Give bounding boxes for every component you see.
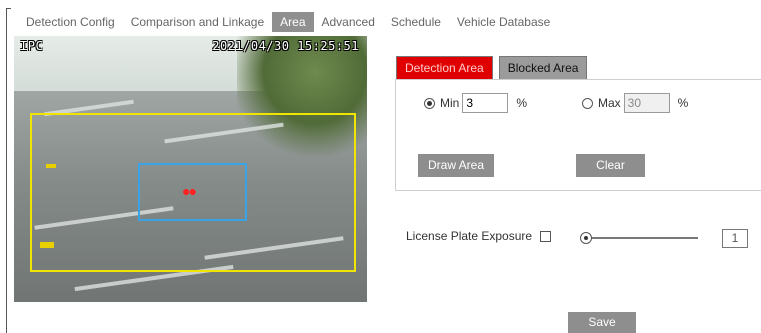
road-marking <box>46 164 56 168</box>
video-timestamp: 2021/04/30 15:25:51 <box>212 39 359 53</box>
min-input[interactable] <box>462 93 509 113</box>
area-settings-panel: Min % Max % Draw Area Clear <box>395 79 761 191</box>
min-unit: % <box>516 96 528 110</box>
exposure-checkbox[interactable] <box>540 230 552 242</box>
tab-detection-config[interactable]: Detection Config <box>18 12 123 32</box>
max-radio[interactable] <box>582 97 593 109</box>
exposure-value: 1 <box>722 229 748 248</box>
slider-track <box>584 237 698 239</box>
tab-detection-area[interactable]: Detection Area <box>396 56 493 80</box>
frame-border-left <box>6 8 7 333</box>
config-tab-bar: Detection Config Comparison and Linkage … <box>18 11 558 33</box>
tab-advanced[interactable]: Advanced <box>314 12 383 32</box>
area-tab-bar: Detection Area Blocked Area <box>396 56 588 80</box>
tab-area[interactable]: Area <box>272 12 314 32</box>
min-label: Min <box>440 96 460 110</box>
tab-comparison-and-linkage[interactable]: Comparison and Linkage <box>123 12 272 32</box>
min-size-row: Min % <box>424 93 527 113</box>
max-unit: % <box>677 96 689 110</box>
live-video-preview[interactable]: IPC 2021/04/30 15:25:51 ●● <box>14 36 367 302</box>
draw-area-button[interactable]: Draw Area <box>418 154 494 177</box>
max-size-row: Max % <box>582 93 688 113</box>
center-marker-icon: ●● <box>182 183 197 199</box>
tab-blocked-area[interactable]: Blocked Area <box>498 56 588 80</box>
exposure-label: License Plate Exposure <box>406 229 533 243</box>
clear-button[interactable]: Clear <box>576 154 645 177</box>
frame-border-top <box>6 8 11 9</box>
license-plate-exposure-row: License Plate Exposure <box>406 229 552 243</box>
exposure-slider[interactable] <box>580 232 698 244</box>
slider-knob[interactable] <box>580 232 592 244</box>
save-button[interactable]: Save <box>568 312 636 333</box>
max-label: Max <box>598 96 621 110</box>
min-radio[interactable] <box>424 97 435 109</box>
video-channel-label: IPC <box>20 39 44 53</box>
max-input[interactable] <box>623 93 670 113</box>
tab-schedule[interactable]: Schedule <box>383 12 449 32</box>
tab-vehicle-database[interactable]: Vehicle Database <box>449 12 558 32</box>
road-marking <box>40 242 54 248</box>
